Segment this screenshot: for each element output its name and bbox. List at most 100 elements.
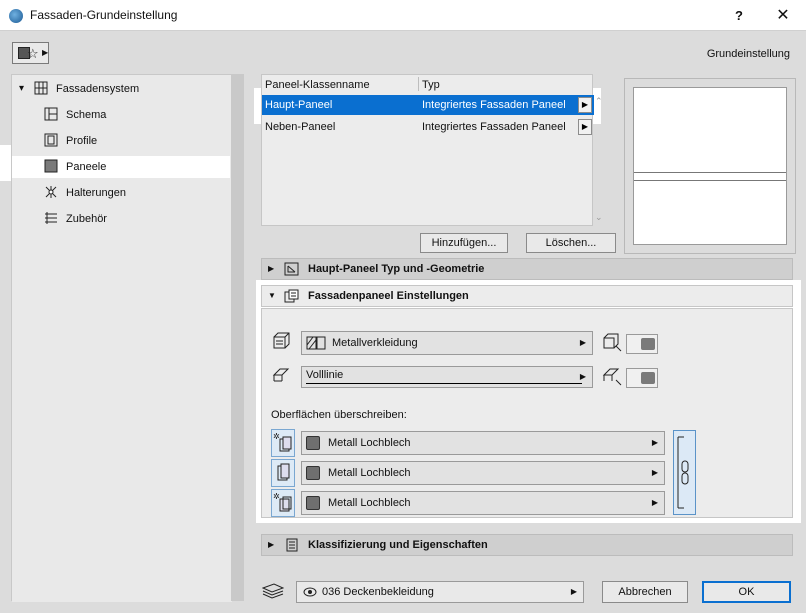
panel-settings-icon xyxy=(284,289,299,310)
panel-geometry-icon xyxy=(284,262,299,276)
row-menu-button[interactable]: ▶ xyxy=(578,119,592,135)
settings-body: Metallverkleidung ▶ Volllinie ▶ Oberfläc… xyxy=(261,308,793,518)
surface-dropdown-front[interactable]: Metall Lochblech ▶ xyxy=(301,431,665,455)
row-menu-button[interactable]: ▶ xyxy=(578,97,592,113)
line-type-icon xyxy=(272,367,290,386)
expand-triangle-icon: ▶ xyxy=(268,540,275,549)
toolbar: ☆ ▶ Grundeinstellung xyxy=(0,31,806,73)
surface-value: Metall Lochblech xyxy=(328,437,411,449)
surface-value: Metall Lochblech xyxy=(328,467,411,479)
panel-settings-area: ▼ Fassadenpaneel Einstellungen Metallver… xyxy=(256,280,801,523)
chevron-right-icon: ▶ xyxy=(651,468,658,477)
preview-line xyxy=(634,172,786,173)
material-dropdown[interactable]: Metallverkleidung ▶ xyxy=(301,331,593,355)
chevron-right-icon: ▶ xyxy=(579,372,586,381)
chevron-right-icon: ▶ xyxy=(570,587,577,596)
curtain-wall-icon xyxy=(34,81,48,95)
classification-section-header[interactable]: ▶ Klassifizierung und Eigenschaften xyxy=(261,534,793,556)
cell-type: Integriertes Fassaden Paneel xyxy=(422,121,566,133)
eye-icon xyxy=(303,582,317,607)
table-row[interactable]: Haupt-Paneel Integriertes Fassaden Panee… xyxy=(262,95,594,115)
scroll-up-icon[interactable]: ⌃ xyxy=(595,96,603,107)
column-separator[interactable] xyxy=(418,77,419,91)
tree-item-label: Paneele xyxy=(66,161,107,173)
surface-edge-toggle[interactable] xyxy=(271,459,295,487)
material-hatch-icon xyxy=(306,336,326,358)
table-header: Paneel-Klassenname Typ xyxy=(262,75,594,93)
tree-item-profile[interactable]: Profile xyxy=(12,130,230,152)
svg-text:✲: ✲ xyxy=(273,492,280,501)
column-header-name[interactable]: Paneel-Klassenname xyxy=(265,79,370,91)
layers-icon xyxy=(261,583,285,602)
toggle-knob xyxy=(641,372,655,384)
chevron-right-icon: ▶ xyxy=(42,48,49,57)
panel-preview xyxy=(624,78,796,254)
layer-dropdown[interactable]: 036 Deckenbekleidung ▶ xyxy=(296,581,584,603)
tree-item-zubehoer[interactable]: Zubehör xyxy=(12,208,230,230)
material-override-icon xyxy=(602,332,622,355)
close-button[interactable]: ✕ xyxy=(773,6,793,26)
surface-dropdown-edge[interactable]: Metall Lochblech ▶ xyxy=(301,461,665,485)
add-button[interactable]: Hinzufügen... xyxy=(420,233,508,253)
link-surfaces-button[interactable] xyxy=(673,430,696,515)
tree-item-halterungen[interactable]: Halterungen xyxy=(12,182,230,204)
tree-item-label: Zubehör xyxy=(66,213,107,225)
cancel-button[interactable]: Abbrechen xyxy=(602,581,688,603)
preview-canvas xyxy=(633,87,787,245)
document-icon xyxy=(284,538,299,552)
favorites-button[interactable]: ☆ ▶ xyxy=(12,42,49,64)
archicad-app-icon xyxy=(9,9,23,23)
chevron-right-icon: ▶ xyxy=(579,338,586,347)
surface-value: Metall Lochblech xyxy=(328,497,411,509)
material-value: Metallverkleidung xyxy=(332,337,418,349)
geometry-section-header[interactable]: ▶ Haupt-Paneel Typ und -Geometrie xyxy=(261,258,793,280)
line-type-value: Volllinie xyxy=(306,369,344,381)
svg-text:✲: ✲ xyxy=(273,432,280,441)
line-override-toggle[interactable] xyxy=(626,368,658,388)
ok-button[interactable]: OK xyxy=(702,581,791,603)
surface-dropdown-back[interactable]: Metall Lochblech ▶ xyxy=(301,491,665,515)
section-title: Haupt-Paneel Typ und -Geometrie xyxy=(308,263,485,275)
window-title: Fassaden-Grundeinstellung xyxy=(30,8,178,22)
collapse-triangle-icon: ▼ xyxy=(268,291,276,300)
tree-item-paneele[interactable]: Paneele xyxy=(12,156,230,178)
tree-root-fassadensystem[interactable]: ▾ Fassadensystem xyxy=(12,78,230,100)
surface-back-toggle[interactable]: ✲ xyxy=(271,489,295,517)
tree-item-label: Schema xyxy=(66,109,107,121)
settings-section-header[interactable]: ▼ Fassadenpaneel Einstellungen xyxy=(261,285,793,307)
surface-swatch xyxy=(306,436,320,450)
chevron-right-icon: ▶ xyxy=(651,438,658,447)
surface-front-toggle[interactable]: ✲ xyxy=(271,429,295,457)
cell-name: Haupt-Paneel xyxy=(265,99,333,111)
tree-root-label: Fassadensystem xyxy=(56,83,140,95)
title-bar: Fassaden-Grundeinstellung ? ✕ xyxy=(0,0,806,31)
tree-item-label: Profile xyxy=(66,135,98,147)
profile-icon xyxy=(44,133,58,147)
scroll-down-icon[interactable]: ⌄ xyxy=(595,212,603,223)
section-title: Fassadenpaneel Einstellungen xyxy=(308,290,469,302)
layer-value: 036 Deckenbekleidung xyxy=(322,586,434,598)
cell-type: Integriertes Fassaden Paneel xyxy=(422,99,566,111)
tree-item-label: Halterungen xyxy=(66,187,126,199)
surface-swatch xyxy=(306,496,320,510)
column-header-type[interactable]: Typ xyxy=(422,79,440,91)
main-content: Paneel-Klassenname Typ Haupt-Paneel Inte… xyxy=(245,74,806,613)
schema-icon xyxy=(44,107,58,121)
help-button[interactable]: ? xyxy=(729,6,749,26)
building-material-icon xyxy=(272,332,290,353)
accessory-icon xyxy=(44,211,58,225)
surface-swatch xyxy=(306,466,320,480)
table-row[interactable]: Neben-Paneel Integriertes Fassaden Panee… xyxy=(262,117,594,137)
toggle-knob xyxy=(641,338,655,350)
panel-class-table: Paneel-Klassenname Typ Haupt-Paneel Inte… xyxy=(261,74,594,226)
line-type-dropdown[interactable]: Volllinie ▶ xyxy=(301,366,593,388)
panel-splitter[interactable] xyxy=(231,74,244,601)
material-override-toggle[interactable] xyxy=(626,334,658,354)
delete-button[interactable]: Löschen... xyxy=(526,233,616,253)
tree-item-schema[interactable]: Schema xyxy=(12,104,230,126)
expand-triangle-icon: ▶ xyxy=(268,264,275,273)
preview-line xyxy=(634,180,786,181)
bracket-icon xyxy=(44,185,58,199)
section-title: Klassifizierung und Eigenschaften xyxy=(308,539,488,551)
settings-tree: ▾ Fassadensystem Schema Profile Paneele … xyxy=(11,74,232,602)
